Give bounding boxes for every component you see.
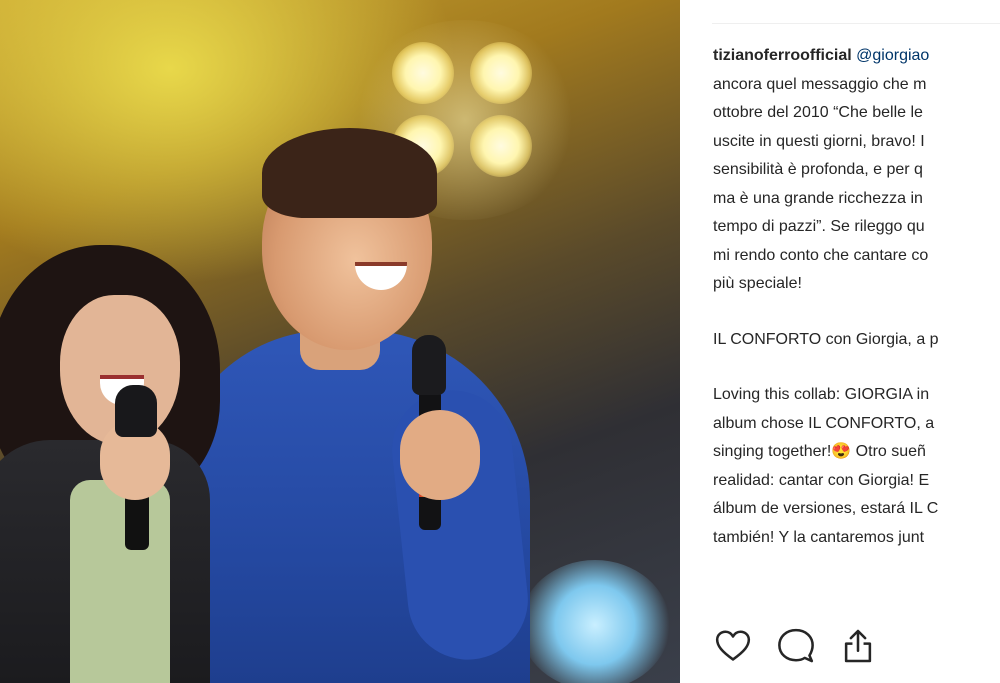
mention-link[interactable]: @giorgiao <box>856 47 929 64</box>
caption-line: ma è una grande ricchezza in <box>713 189 923 207</box>
caption-line: singing together!😍 Otro sueñ <box>713 443 926 460</box>
caption-line: mi rendo conto che cantare co <box>713 246 929 264</box>
post-caption: tizianoferroofficial @giorgiao ancora qu… <box>713 42 1000 562</box>
microphone-right <box>412 335 446 395</box>
divider <box>712 23 1000 24</box>
caption-line: IL CONFORTO con Giorgia, a p <box>713 330 939 348</box>
singer-right-hair <box>262 128 437 218</box>
caption-line: ancora quel messaggio che m <box>713 75 927 93</box>
caption-line: ottobre del 2010 “Che belle le <box>713 104 923 121</box>
microphone-left <box>115 385 157 437</box>
caption-line: uscite in questi giorni, bravo! I <box>713 132 925 150</box>
comment-icon <box>778 628 814 663</box>
stage-light <box>470 42 532 104</box>
singer-right-hand <box>400 410 480 500</box>
singer-left-shirt <box>70 480 170 683</box>
caption-line: tempo di pazzi”. Se rileggo qu <box>713 218 925 235</box>
stage-light <box>392 42 454 104</box>
username-link[interactable]: tizianoferroofficial <box>713 47 852 64</box>
caption-line: più speciale! <box>713 275 802 292</box>
share-icon <box>844 629 872 663</box>
heart-icon <box>715 630 751 661</box>
comment-button[interactable] <box>776 626 816 666</box>
like-button[interactable] <box>713 626 753 666</box>
share-button[interactable] <box>838 626 878 666</box>
caption-line: sensibilità è profonda, e per q <box>713 161 923 178</box>
blue-stage-light <box>520 560 670 683</box>
caption-line: álbum de versiones, estará IL C <box>713 500 939 517</box>
stage-light <box>470 115 532 177</box>
caption-line: también! Y la cantaremos junt <box>713 528 925 546</box>
caption-line: album chose IL CONFORTO, a <box>713 414 935 432</box>
caption-first-line: tizianoferroofficial @giorgiao <box>713 42 1000 71</box>
caption-line: Loving this collab: GIORGIA in <box>713 386 930 403</box>
caption-line: realidad: cantar con Giorgia! E <box>713 471 930 489</box>
post-photo[interactable] <box>0 0 680 683</box>
